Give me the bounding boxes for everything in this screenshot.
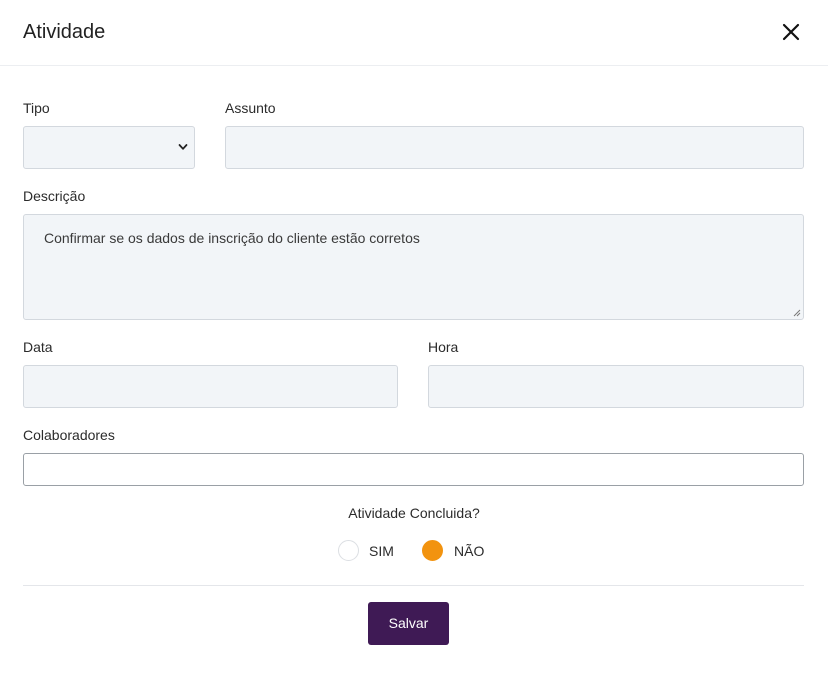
radio-nao-label[interactable]: NÃO	[454, 542, 484, 560]
radio-sim[interactable]	[338, 540, 359, 561]
close-icon	[782, 23, 800, 41]
data-input[interactable]	[23, 365, 398, 408]
assunto-input[interactable]	[225, 126, 804, 169]
assunto-label: Assunto	[225, 100, 276, 116]
descricao-text: Confirmar se os dados de inscrição do cl…	[44, 230, 420, 246]
radio-sim-label[interactable]: SIM	[369, 542, 394, 560]
close-button[interactable]	[778, 19, 804, 45]
data-label: Data	[23, 339, 53, 355]
colaboradores-label: Colaboradores	[23, 427, 115, 443]
hora-label: Hora	[428, 339, 459, 355]
colaboradores-input[interactable]	[23, 453, 804, 486]
radio-nao[interactable]	[422, 540, 443, 561]
descricao-textarea[interactable]: Confirmar se os dados de inscrição do cl…	[23, 214, 804, 320]
tipo-label: Tipo	[23, 100, 50, 116]
concluida-question: Atividade Concluida?	[348, 505, 480, 521]
hora-input[interactable]	[428, 365, 804, 408]
activity-modal: Atividade Tipo Assunto Descrição Confirm…	[0, 0, 828, 677]
chevron-down-icon	[178, 144, 188, 150]
modal-title: Atividade	[23, 21, 106, 43]
tipo-select[interactable]	[23, 126, 195, 169]
descricao-label: Descrição	[23, 188, 86, 204]
save-button[interactable]: Salvar	[368, 602, 449, 645]
resize-grip-icon[interactable]	[793, 309, 801, 317]
footer-divider	[23, 585, 804, 586]
modal-header: Atividade	[0, 0, 828, 66]
